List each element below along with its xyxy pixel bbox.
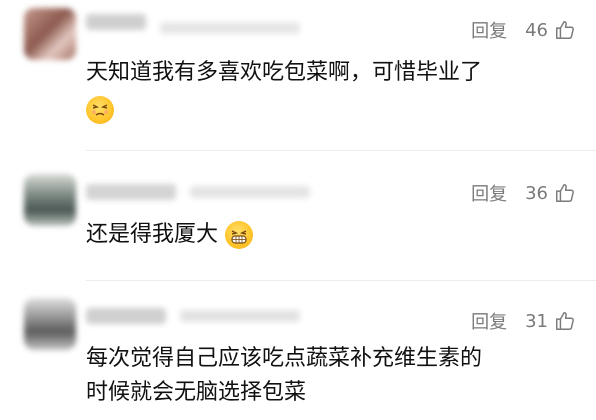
comment-actions: 回复 31 bbox=[471, 306, 576, 336]
avatar[interactable] bbox=[24, 8, 76, 60]
like-count: 36 bbox=[525, 182, 548, 204]
divider bbox=[86, 150, 596, 151]
avatar[interactable] bbox=[24, 298, 76, 350]
comment-item-1: 回复 46 天知道我有多喜欢吃包菜啊，可惜毕业了 bbox=[0, 0, 596, 150]
like-button[interactable]: 36 bbox=[525, 182, 576, 204]
thumb-up-icon bbox=[556, 312, 574, 330]
comment-text: 天知道我有多喜欢吃包菜啊，可惜毕业了 bbox=[86, 56, 482, 90]
comment-text-line: 每次觉得自己应该吃点蔬菜补充维生素的 bbox=[86, 346, 483, 371]
reply-button[interactable]: 回复 bbox=[471, 17, 507, 43]
username-blurred[interactable] bbox=[86, 308, 166, 324]
reply-button[interactable]: 回复 bbox=[471, 308, 507, 334]
comment-text-line: 还是得我厦大 bbox=[86, 222, 219, 247]
user-meta-blurred bbox=[160, 22, 300, 34]
thumb-up-icon bbox=[556, 21, 574, 39]
comment-item-3: 回复 31 每次觉得自己应该吃点蔬菜补充维生素的 时候就会无脑选择包菜 bbox=[0, 290, 596, 420]
comment-item-2: 回复 36 还是得我厦大 bbox=[0, 160, 596, 280]
divider bbox=[86, 280, 596, 281]
reply-button[interactable]: 回复 bbox=[471, 180, 507, 206]
user-meta-blurred bbox=[180, 310, 300, 322]
comment-text-line: 时候就会无脑选择包菜 bbox=[86, 380, 307, 405]
thumb-up-icon bbox=[556, 184, 574, 202]
username-blurred[interactable] bbox=[86, 14, 146, 30]
comment-actions: 回复 36 bbox=[471, 178, 576, 208]
username-blurred[interactable] bbox=[86, 184, 176, 200]
comment-actions: 回复 46 bbox=[471, 15, 576, 45]
like-count: 31 bbox=[525, 310, 548, 332]
user-meta-blurred bbox=[190, 186, 310, 198]
like-count: 46 bbox=[525, 19, 548, 41]
grinning-teeth-emoji bbox=[225, 221, 254, 249]
comment-text: 还是得我厦大 bbox=[86, 218, 254, 252]
comment-text-line: 天知道我有多喜欢吃包菜啊，可惜毕业了 bbox=[86, 60, 483, 85]
like-button[interactable]: 31 bbox=[525, 310, 576, 332]
comment-text: 每次觉得自己应该吃点蔬菜补充维生素的 时候就会无脑选择包菜 bbox=[86, 342, 482, 410]
like-button[interactable]: 46 bbox=[525, 19, 576, 41]
sleepy-face-emoji bbox=[86, 96, 114, 124]
avatar[interactable] bbox=[24, 174, 76, 226]
